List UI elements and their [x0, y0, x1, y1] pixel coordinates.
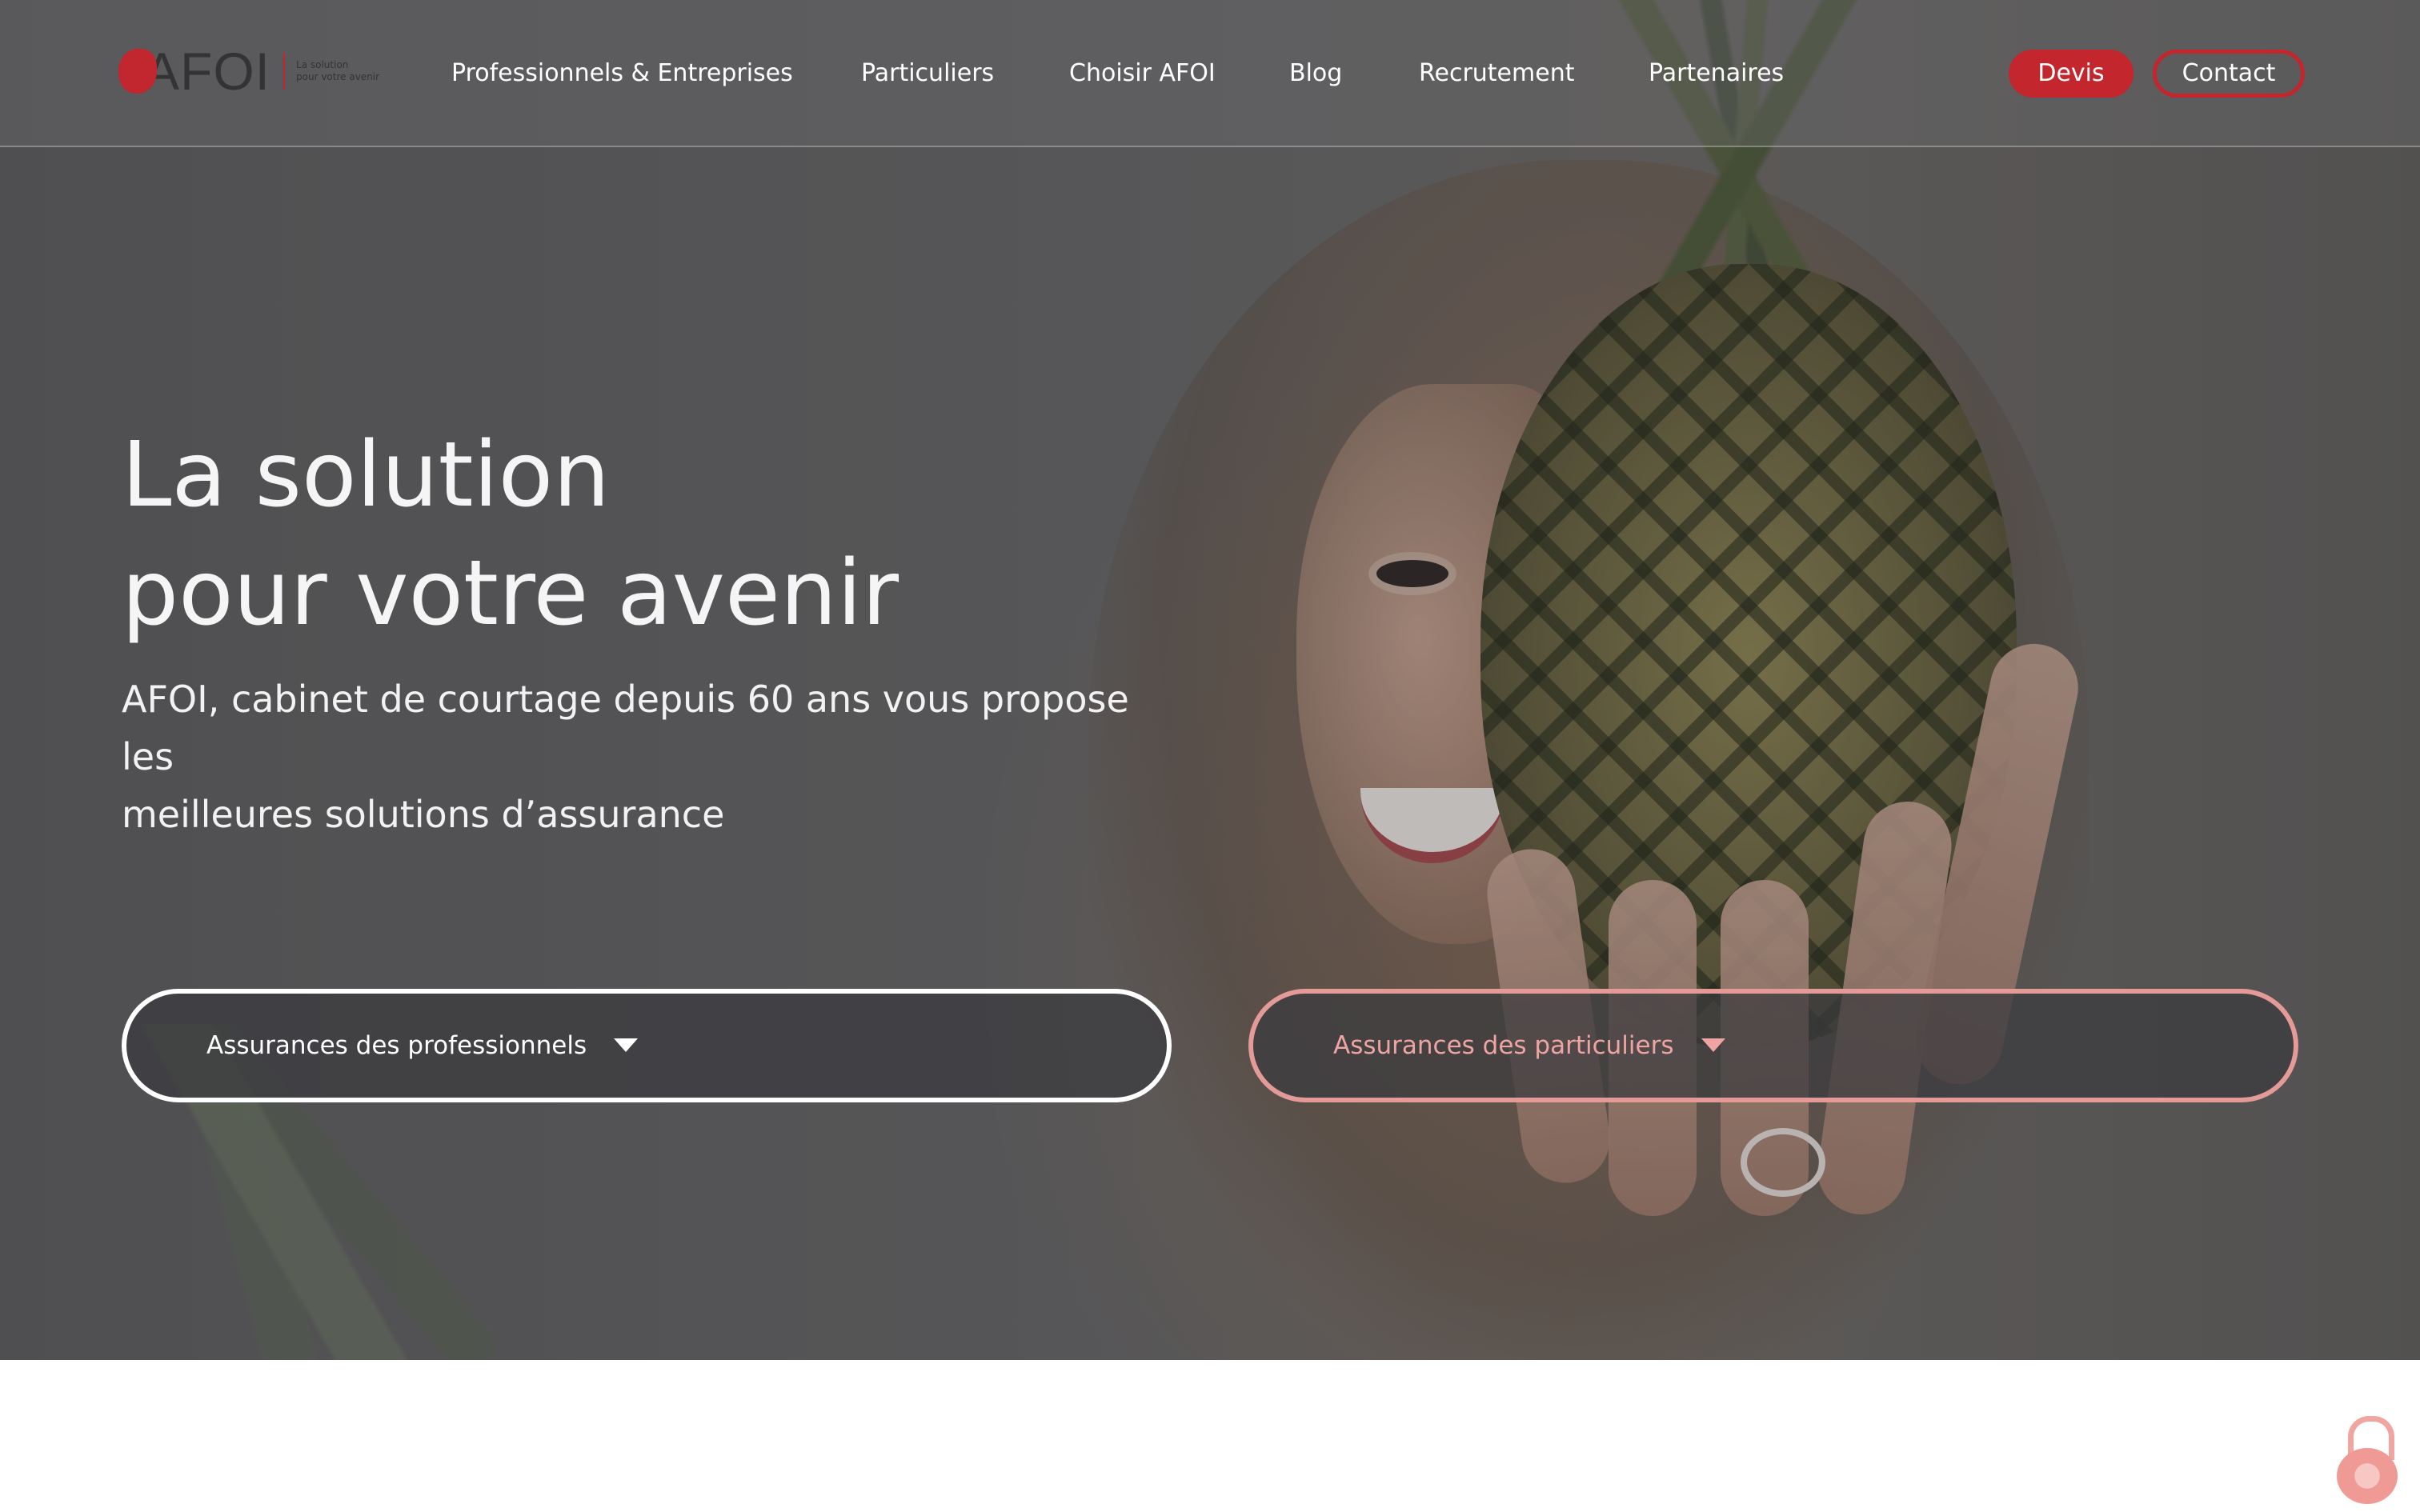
hero-title-line1: La solution	[122, 423, 611, 527]
contact-button[interactable]: Contact	[2153, 50, 2305, 98]
hero-title: La solution pour votre avenir	[122, 416, 1162, 653]
nav-item-blog[interactable]: Blog	[1289, 54, 1342, 93]
dropdown-professionnels[interactable]: Assurances des professionnels	[122, 989, 1172, 1102]
caret-down-icon	[1701, 1038, 1725, 1052]
logo-tagline-line2: pour votre avenir	[296, 71, 380, 82]
dropdown-particuliers[interactable]: Assurances des particuliers	[1248, 989, 2298, 1102]
hero-section: La solution pour votre avenir AFOI, cabi…	[0, 0, 2420, 1360]
dropdown-particuliers-text: Assurances des particuliers	[1333, 1031, 1674, 1060]
hero-subtitle-line2: meilleures solutions d’assurance	[122, 793, 725, 836]
dropdown-professionnels-text: Assurances des professionnels	[206, 1031, 587, 1060]
logo-tagline: La solution pour votre avenir	[296, 59, 379, 83]
logo-divider	[283, 53, 286, 90]
nav-item-professionnels[interactable]: Professionnels & Entreprises	[451, 54, 793, 93]
site-header: AFOI La solution pour votre avenir Profe…	[0, 0, 2420, 147]
logo-link[interactable]: AFOI La solution pour votre avenir	[118, 42, 387, 101]
nav-item-choisir-afoi[interactable]: Choisir AFOI	[1069, 54, 1216, 93]
lock-body	[2337, 1448, 2398, 1504]
lock-icon[interactable]	[2337, 1416, 2398, 1504]
dropdown-particuliers-label: Assurances des particuliers	[1333, 994, 1725, 1098]
hero-subtitle: AFOI, cabinet de courtage depuis 60 ans …	[122, 670, 1162, 843]
caret-down-icon	[614, 1038, 639, 1052]
logo-text: AFOI	[144, 42, 271, 101]
logo-mark-icon	[118, 49, 157, 94]
logo-tagline-line1: La solution	[296, 59, 349, 70]
nav-item-recrutement[interactable]: Recrutement	[1419, 54, 1574, 93]
dropdown-professionnels-label: Assurances des professionnels	[206, 994, 639, 1098]
nav-item-partenaires[interactable]: Partenaires	[1649, 54, 1784, 93]
hero-title-line2: pour votre avenir	[122, 542, 899, 646]
hero-subtitle-line1: AFOI, cabinet de courtage depuis 60 ans …	[122, 678, 1129, 778]
devis-button[interactable]: Devis	[2009, 50, 2134, 98]
nav-item-particuliers[interactable]: Particuliers	[861, 54, 994, 93]
